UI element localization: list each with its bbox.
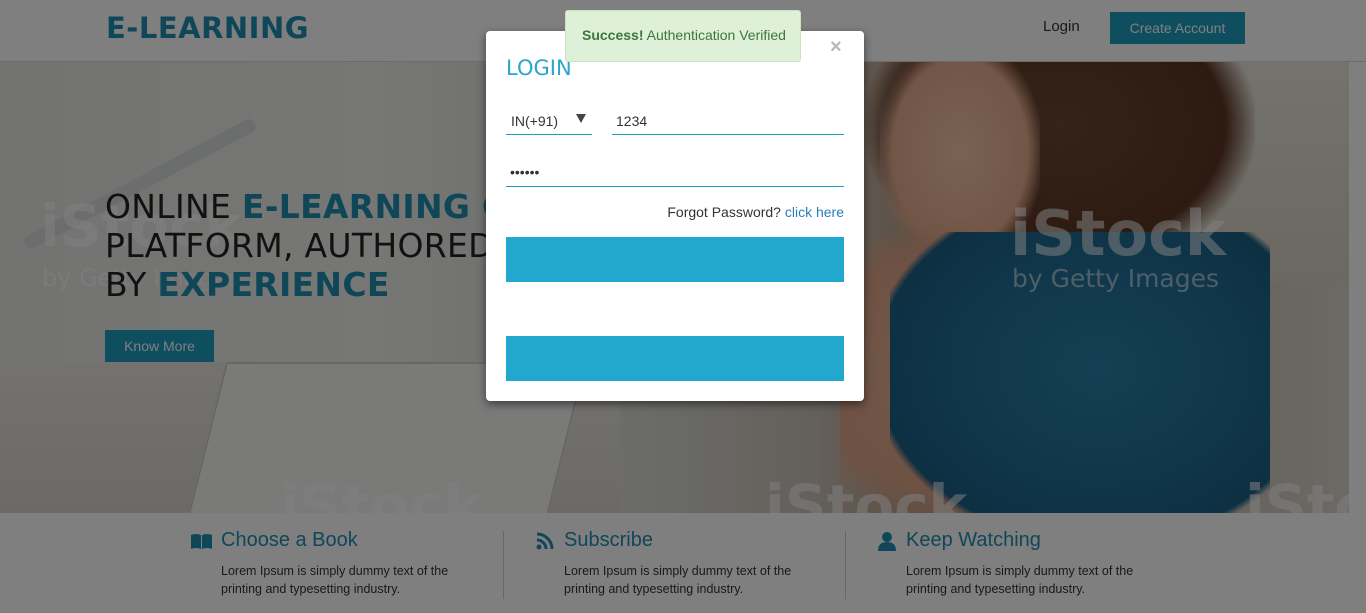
country-code-value: IN(+91) — [511, 112, 559, 129]
forgot-password-link[interactable]: click here — [785, 204, 844, 220]
country-code-select[interactable]: IN(+91) — [506, 107, 592, 135]
secondary-action-button[interactable] — [506, 336, 844, 381]
login-modal: LOGIN × IN(+91) Forgot Password? click h… — [486, 31, 864, 401]
forgot-password-text: Forgot Password? — [667, 204, 781, 220]
close-icon[interactable]: × — [830, 36, 842, 59]
alert-strong: Success! — [582, 27, 644, 43]
phone-input[interactable] — [612, 107, 844, 135]
password-input[interactable] — [506, 157, 844, 187]
alert-message: Authentication Verified — [646, 27, 786, 43]
forgot-password: Forgot Password? click here — [667, 204, 844, 220]
caret-down-icon — [576, 114, 586, 123]
login-submit-button[interactable] — [506, 237, 844, 282]
modal-title: LOGIN — [506, 56, 572, 80]
success-alert: Success! Authentication Verified — [565, 10, 801, 62]
